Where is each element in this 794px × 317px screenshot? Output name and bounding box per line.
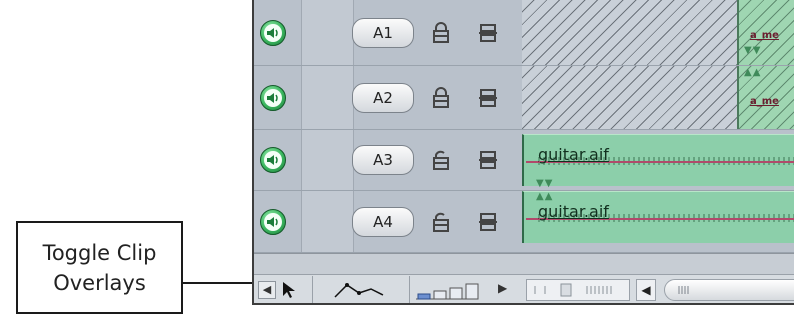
zoom-slider[interactable] <box>526 279 630 301</box>
clip-name: a_me <box>750 30 779 41</box>
horizontal-scroll-thumb[interactable] <box>664 279 794 301</box>
track-height-button[interactable] <box>414 278 480 302</box>
audio-track-a4: A4 ▲▲ guitar.aif <box>254 191 794 253</box>
scroll-left-arrow-icon[interactable]: ◀ <box>636 279 656 301</box>
callout-box: Toggle Clip Overlays <box>16 221 183 314</box>
lock-icon[interactable] <box>432 86 450 109</box>
pointer-icon <box>283 282 295 298</box>
audio-clip[interactable]: guitar.aif ▼▼ <box>522 134 794 189</box>
link-icon[interactable] <box>478 88 498 108</box>
lock-icon[interactable] <box>432 21 450 44</box>
track-clip-area[interactable]: a_me ▼▼ <box>522 0 794 65</box>
audio-track-a2: A2 a_me ▲▲ <box>254 66 794 130</box>
track-target-button[interactable]: A2 <box>352 82 414 113</box>
clip-name: guitar.aif <box>538 202 609 221</box>
track-clip-area[interactable]: guitar.aif ▼▼ <box>522 130 794 190</box>
clip-name: guitar.aif <box>538 145 609 164</box>
speaker-icon[interactable] <box>260 147 286 173</box>
audio-track-a3: A3 guitar.aif ▼▼ <box>254 130 794 191</box>
speaker-icon[interactable]: ◀ <box>258 281 276 299</box>
play-triangle-icon[interactable]: ▶ <box>498 281 512 299</box>
track-clip-area[interactable]: a_me ▲▲ <box>522 66 794 129</box>
speaker-icon[interactable] <box>260 19 286 46</box>
timeline-controls-strip: ◀ ▶ ◀ <box>254 274 794 303</box>
zoom-slider-ticks-icon <box>534 283 612 297</box>
link-icon[interactable] <box>478 23 498 43</box>
scroll-grip-icon <box>678 286 689 294</box>
track-target-button[interactable]: A3 <box>352 145 414 175</box>
clip-overlays-icon <box>334 283 384 298</box>
lock-icon[interactable] <box>432 211 450 233</box>
callout-text: Toggle Clip Overlays <box>42 240 157 295</box>
track-height-icon <box>416 283 479 300</box>
track-clip-area[interactable]: ▲▲ guitar.aif <box>522 191 794 252</box>
speaker-icon[interactable] <box>260 84 286 111</box>
link-icon[interactable] <box>478 150 498 170</box>
timeline-bottom-bar: ◀ ▶ ◀ <box>254 253 794 303</box>
link-icon[interactable] <box>478 212 498 232</box>
audio-track-a1: A1 a_me ▼▼ <box>254 0 794 66</box>
timeline-panel: A1 a_me ▼▼ A2 a_me ▲▲ A3 guitar.aif ▼▼ A… <box>252 0 794 305</box>
audio-clip[interactable]: ▲▲ guitar.aif <box>522 191 794 243</box>
toggle-clip-overlays-button[interactable] <box>312 276 410 303</box>
track-target-button[interactable]: A1 <box>352 17 414 48</box>
track-target-button[interactable]: A4 <box>352 206 414 237</box>
lock-icon[interactable] <box>432 149 450 171</box>
speaker-icon[interactable] <box>260 208 286 235</box>
clip-name: a_me <box>750 96 779 107</box>
